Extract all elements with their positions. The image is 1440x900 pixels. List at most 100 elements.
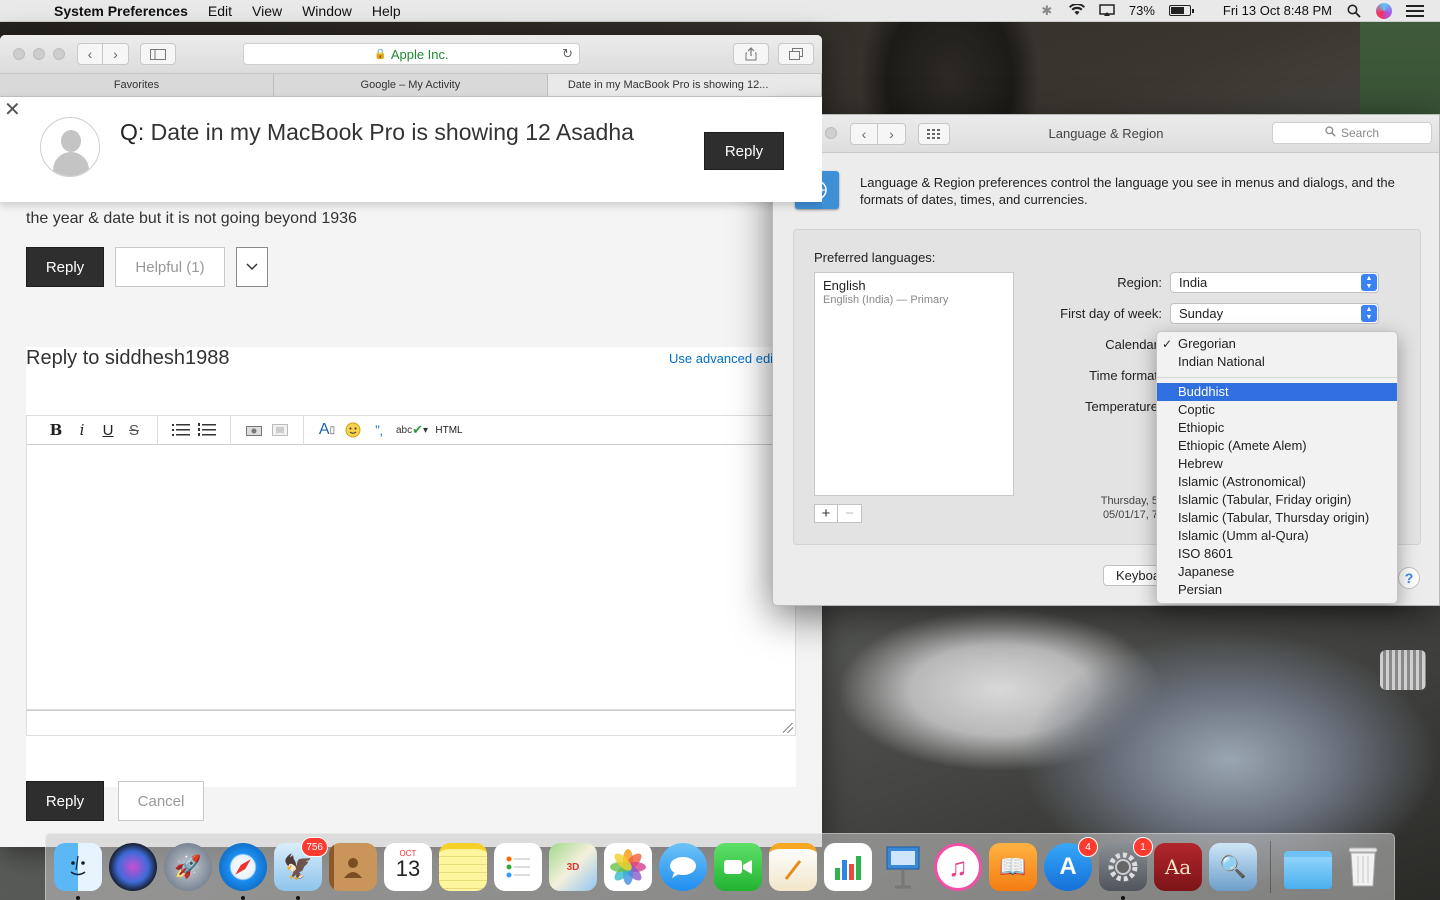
emoji-icon[interactable] [340,418,366,442]
bullet-list-icon[interactable] [168,418,194,442]
notification-center-icon[interactable] [1406,4,1424,17]
share-icon[interactable] [733,43,769,65]
system-preferences-icon[interactable]: 1 [1099,837,1153,900]
safari-window: ‹ › 🔒 Apple Inc. ↻ Favorites Google – My… [0,35,822,847]
resize-handle-icon[interactable] [783,723,793,733]
first-day-popup[interactable]: Sunday ▲ ▼ [1170,303,1379,324]
add-language-button[interactable]: + [814,504,838,523]
contacts-icon[interactable] [329,843,377,891]
clock[interactable]: Fri 13 Oct 8:48 PM [1223,3,1332,18]
tab-current[interactable]: Date in my MacBook Pro is showing 12... [547,74,822,96]
reminders-icon[interactable] [494,843,542,891]
launchpad-icon[interactable]: 🚀 [164,843,212,891]
battery-icon[interactable] [1168,5,1194,16]
tab-google-activity[interactable]: Google – My Activity [274,74,548,96]
search-field[interactable]: Search [1272,122,1432,144]
tab-favorites[interactable]: Favorites [0,74,274,96]
calendar-option-indian-national[interactable]: Indian National [1157,353,1397,371]
advanced-editor-link[interactable]: Use advanced edit [669,351,777,366]
calendar-option-islamic-tabular-thursday[interactable]: Islamic (Tabular, Thursday origin) [1157,509,1397,527]
region-popup[interactable]: India ▲ ▼ [1170,272,1379,293]
bluetooth-icon[interactable]: ✱ [1039,3,1055,18]
back-button[interactable]: ‹ [77,43,103,65]
trash-icon[interactable] [1339,843,1387,891]
maps-icon[interactable]: 3D [549,843,597,891]
language-name[interactable]: English [823,278,866,293]
helpful-button[interactable]: Helpful (1) [115,247,225,287]
more-options-chevron-down-icon[interactable] [236,247,268,287]
menu-view[interactable]: View [252,3,282,19]
facetime-icon[interactable] [714,843,762,891]
spotlight-search-icon[interactable] [1346,4,1362,18]
insert-image-icon[interactable] [241,418,267,442]
app-store-icon[interactable]: A 4 [1044,837,1098,891]
preview-icon[interactable]: 🔍 [1209,843,1257,891]
itunes-icon[interactable]: ♫ [934,843,982,891]
calendar-option-hebrew[interactable]: Hebrew [1157,455,1397,473]
notes-icon[interactable] [439,843,487,891]
remove-language-button[interactable]: − [838,504,862,523]
calendar-option-japanese[interactable]: Japanese [1157,563,1397,581]
reply-box: Reply to siddhesh1988 Use advanced edit … [26,347,796,787]
menu-app-name[interactable]: System Preferences [54,3,188,19]
apple-menu-icon[interactable] [20,3,38,19]
calendar-option-islamic-umm-al-qura[interactable]: Islamic (Umm al-Qura) [1157,527,1397,545]
show-tabs-icon[interactable] [778,43,814,65]
menu-edit[interactable]: Edit [208,3,232,19]
safari-icon[interactable] [219,843,267,900]
strikethrough-icon[interactable]: S [121,418,147,442]
siri-icon[interactable] [1376,2,1392,19]
calendar-icon[interactable]: OCT 13 [384,843,432,891]
forward-button[interactable]: › [103,43,129,65]
close-icon[interactable]: ✕ [4,97,21,122]
text-style-icon[interactable]: A ▯ [314,418,340,442]
sidebar-toggle-icon[interactable] [140,43,176,65]
numbers-icon[interactable] [824,843,872,891]
keynote-icon[interactable] [879,843,927,891]
reload-icon[interactable]: ↻ [562,46,573,62]
calendar-option-iso-8601[interactable]: ISO 8601 [1157,545,1397,563]
html-mode-button[interactable]: HTML [432,418,466,442]
menu-help[interactable]: Help [372,3,401,19]
pages-icon[interactable] [769,843,817,891]
calendar-option-buddhist[interactable]: Buddhist [1157,383,1397,401]
calendar-option-ethiopic-amete-alem[interactable]: Ethiopic (Amete Alem) [1157,437,1397,455]
calendar-option-islamic-astronomical[interactable]: Islamic (Astronomical) [1157,473,1397,491]
bold-icon[interactable]: B [43,418,69,442]
minimize-button[interactable] [33,48,45,60]
calendar-option-persian[interactable]: Persian [1157,581,1397,599]
photos-icon[interactable] [604,843,652,891]
reply-editor[interactable] [26,445,796,710]
cancel-button[interactable]: Cancel [118,781,204,821]
finder-icon[interactable] [54,843,102,900]
calendar-option-gregorian[interactable]: ✓ Gregorian [1157,335,1397,353]
address-bar[interactable]: 🔒 Apple Inc. ↻ [243,43,580,65]
languages-list[interactable]: English English (India) — Primary [814,272,1014,496]
calendar-option-islamic-tabular-friday[interactable]: Islamic (Tabular, Friday origin) [1157,491,1397,509]
spellcheck-icon[interactable]: abc ✔ ▾ [392,418,432,442]
siri-icon[interactable] [109,843,157,891]
menu-window[interactable]: Window [302,3,352,19]
airplay-icon[interactable] [1099,3,1115,18]
battery-percent: 73% [1128,3,1155,18]
close-button[interactable] [13,48,25,60]
dictionary-icon[interactable]: Aa [1154,843,1202,891]
help-button[interactable]: ? [1398,567,1420,589]
italic-icon[interactable]: i [69,418,95,442]
folder-icon[interactable] [1284,851,1332,889]
date-sample-line2: 05/01/17, 7 [1102,509,1158,521]
numbered-list-icon[interactable] [194,418,220,442]
calendar-option-ethiopic[interactable]: Ethiopic [1157,419,1397,437]
wifi-icon[interactable] [1068,2,1085,18]
reply-button-header[interactable]: Reply [704,132,784,170]
calendar-option-coptic[interactable]: Coptic [1157,401,1397,419]
insert-video-icon[interactable] [267,418,293,442]
reply-button[interactable]: Reply [26,247,104,287]
quote-icon[interactable]: ”‚ [366,418,392,442]
zoom-button[interactable] [53,48,65,60]
submit-reply-button[interactable]: Reply [26,781,104,821]
mail-icon[interactable]: 🦅 756 [274,837,328,900]
underline-icon[interactable]: U [95,418,121,442]
messages-icon[interactable] [659,843,707,891]
ibooks-icon[interactable]: 📖 [989,843,1037,891]
